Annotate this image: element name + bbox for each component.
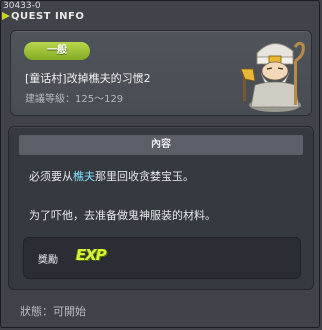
quest-summary-panel: 一般 [童话村]改掉樵夫的习惯2 建議等級：125～129 — [10, 30, 312, 116]
window-title: QUEST INFO — [11, 11, 85, 22]
quest-info-window: 30433-0 QUEST INFO 一般 [童话村]改掉樵夫的习惯2 建議等級… — [0, 0, 320, 328]
level-label: 建議等級： — [25, 94, 75, 105]
reward-label: 獎勵 — [38, 255, 58, 266]
line1-prefix: 必须要从 — [29, 170, 73, 183]
level-range: 125～129 — [75, 94, 124, 105]
title-arrow-icon — [2, 12, 10, 20]
status-value: 可開始 — [53, 305, 86, 318]
quest-status: 狀態：可開始 — [20, 303, 86, 319]
category-badge: 一般 — [24, 42, 90, 60]
line1-suffix: 那里回收贪婪宝玉。 — [95, 170, 194, 183]
reward-box: 獎勵 EXP — [23, 237, 301, 279]
recommended-level: 建議等級：125～129 — [25, 90, 123, 105]
npc-portrait-icon — [240, 41, 305, 112]
quest-id: 30433-0 — [3, 1, 41, 11]
content-line-2: 为了吓他，去准备做鬼神服装的材料。 — [29, 209, 216, 222]
status-label: 狀態： — [20, 305, 53, 318]
content-line-1: 必须要从樵夫那里回收贪婪宝玉。 — [29, 168, 194, 184]
content-header: 內容 — [19, 135, 303, 155]
quest-content-panel: 內容 必须要从樵夫那里回收贪婪宝玉。 为了吓他，去准备做鬼神服装的材料。 獎勵 … — [8, 126, 314, 290]
quest-name: [童话村]改掉樵夫的习惯2 — [25, 72, 151, 85]
exp-reward-icon: EXP — [76, 246, 107, 264]
npc-name-highlight: 樵夫 — [73, 170, 95, 183]
